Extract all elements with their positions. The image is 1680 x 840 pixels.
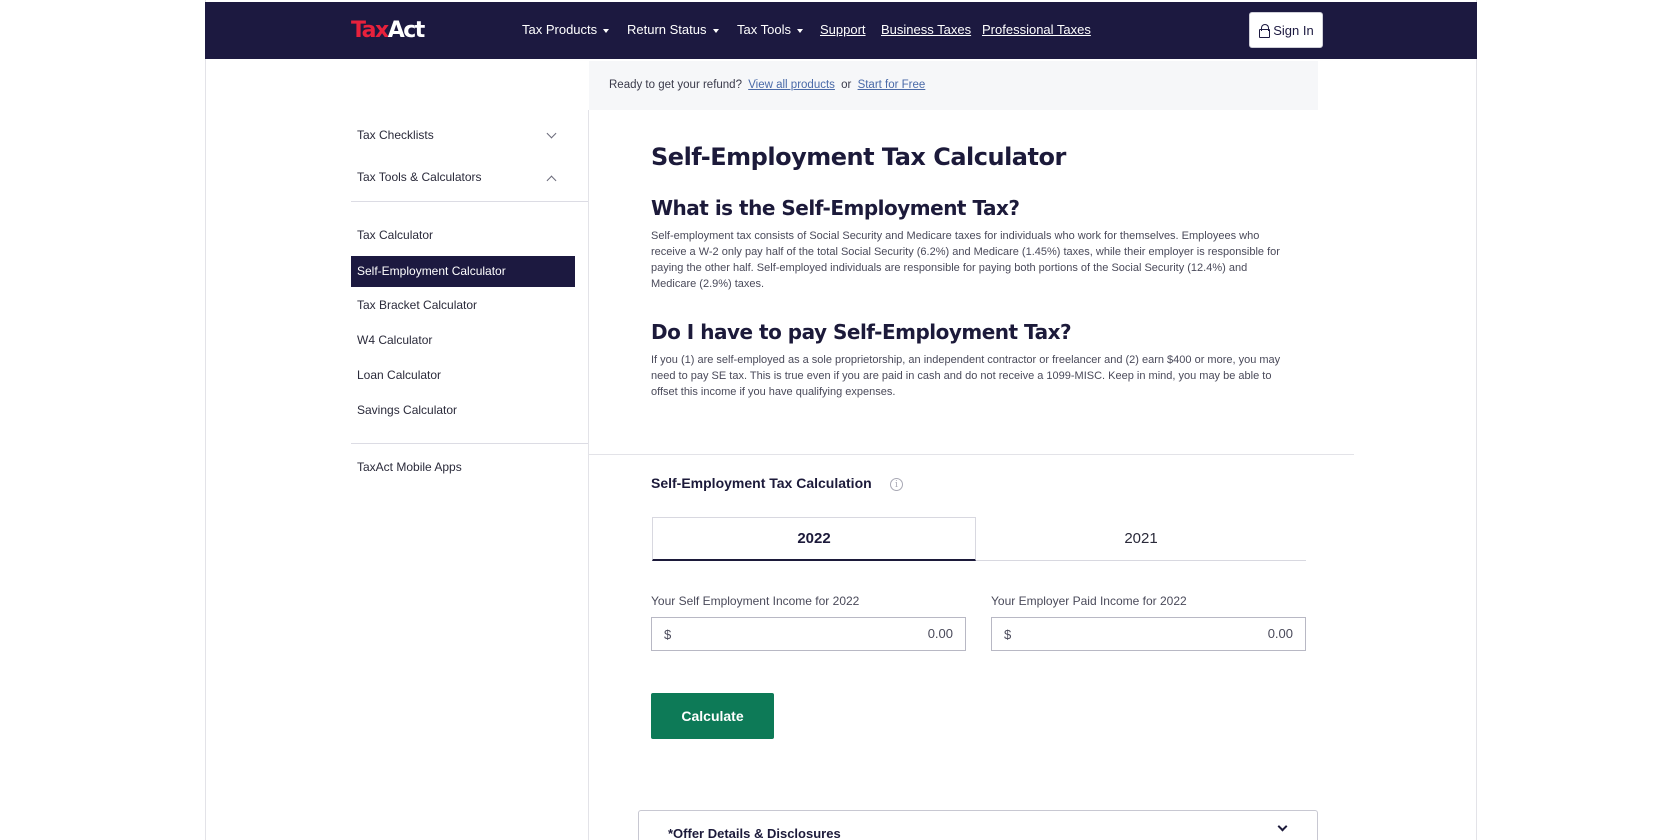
self-employment-income-field[interactable]: $ <box>651 617 966 651</box>
offer-details-accordion[interactable]: *Offer Details & Disclosures <box>638 810 1318 840</box>
offer-details-label: *Offer Details & Disclosures <box>668 826 841 840</box>
sidebar-item-tax-bracket-calculator[interactable]: Tax Bracket Calculator <box>357 298 477 312</box>
nav-tax-tools[interactable]: Tax Tools <box>737 22 803 37</box>
view-all-products-link[interactable]: View all products <box>748 79 835 91</box>
nav-return-status[interactable]: Return Status <box>627 22 719 37</box>
employer-paid-income-field[interactable]: $ <box>991 617 1306 651</box>
nav-label: Tax Products <box>522 22 598 37</box>
sidebar-item-loan-calculator[interactable]: Loan Calculator <box>357 368 441 382</box>
employer-paid-income-input[interactable] <box>1043 626 1293 641</box>
sidebar-item-tax-calculator[interactable]: Tax Calculator <box>357 228 433 242</box>
sidebar-group-tax-checklists[interactable]: Tax Checklists <box>357 128 434 142</box>
sidebar-item-mobile-apps[interactable]: TaxAct Mobile Apps <box>357 460 462 474</box>
sign-in-label: Sign In <box>1273 22 1314 38</box>
top-navigation-bar: TaxAct Tax Products Return Status Tax To… <box>205 2 1477 59</box>
promo-text: Ready to get your refund? <box>609 79 742 91</box>
logo-part-2: Act <box>387 18 426 43</box>
section-heading-do-i-pay: Do I have to pay Self-Employment Tax? <box>651 320 1072 344</box>
caret-down-icon <box>712 28 719 33</box>
nav-support-link[interactable]: Support <box>820 22 866 37</box>
sidebar-divider <box>351 201 588 202</box>
lock-icon <box>1258 24 1271 38</box>
promo-or-text: or <box>841 79 852 91</box>
section-heading-what-is: What is the Self-Employment Tax? <box>651 196 1020 220</box>
logo-part-1: Ta <box>351 18 377 43</box>
logo-x: x <box>375 18 389 43</box>
sidebar-item-self-employment-calculator[interactable]: Self-Employment Calculator <box>357 264 506 278</box>
nav-tax-products[interactable]: Tax Products <box>522 22 610 37</box>
page-title: Self-Employment Tax Calculator <box>651 143 1066 171</box>
section-body-what-is: Self-employment tax consists of Social S… <box>651 230 1280 290</box>
caret-down-icon <box>796 28 803 33</box>
sidebar-group-tax-tools[interactable]: Tax Tools & Calculators <box>357 170 482 184</box>
start-for-free-link[interactable]: Start for Free <box>858 79 926 91</box>
self-employment-income-label: Your Self Employment Income for 2022 <box>651 594 860 608</box>
chevron-down-icon[interactable] <box>1277 821 1288 832</box>
sidebar-item-w4-calculator[interactable]: W4 Calculator <box>357 333 432 347</box>
sidebar-item-savings-calculator[interactable]: Savings Calculator <box>357 403 457 417</box>
page-frame <box>205 0 1477 840</box>
currency-symbol: $ <box>664 627 672 642</box>
calculator-title: Self-Employment Tax Calculation <box>651 475 872 491</box>
calculate-button[interactable]: Calculate <box>651 693 774 739</box>
nav-label: Tax Tools <box>737 22 791 37</box>
nav-label: Return Status <box>627 22 707 37</box>
currency-symbol: $ <box>1004 627 1012 642</box>
caret-down-icon <box>603 28 610 33</box>
sidebar-divider <box>351 443 588 444</box>
content-divider <box>588 110 589 840</box>
section-body-do-i-pay: If you (1) are self-employed as a sole p… <box>651 354 1281 398</box>
nav-business-taxes-link[interactable]: Business Taxes <box>881 22 971 37</box>
nav-professional-taxes-link[interactable]: Professional Taxes <box>982 22 1091 37</box>
taxact-logo[interactable]: TaxAct <box>351 18 426 43</box>
tab-2021[interactable]: 2021 <box>976 517 1306 561</box>
promo-banner: Ready to get your refund? View all produ… <box>589 61 1318 110</box>
section-divider <box>589 454 1354 455</box>
info-icon[interactable]: i <box>890 478 903 491</box>
tab-2022[interactable]: 2022 <box>652 517 976 561</box>
sign-in-button[interactable]: Sign In <box>1249 12 1323 48</box>
self-employment-income-input[interactable] <box>703 626 953 641</box>
employer-paid-income-label: Your Employer Paid Income for 2022 <box>991 594 1187 608</box>
